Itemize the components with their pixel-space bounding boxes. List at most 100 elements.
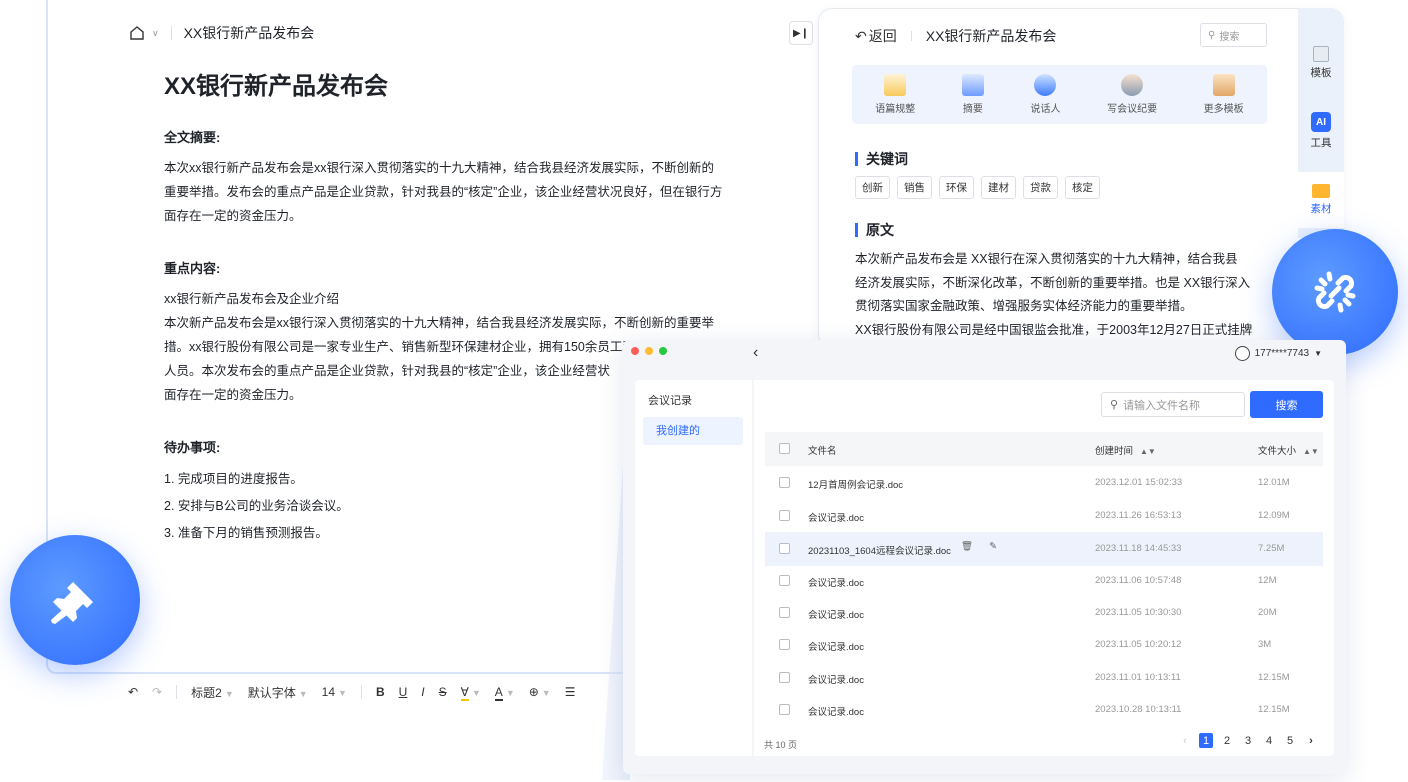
page-5[interactable]: 5 <box>1283 733 1297 748</box>
row-checkbox[interactable] <box>779 543 790 554</box>
keyword-tag[interactable]: 环保 <box>939 176 974 199</box>
file-search-input[interactable]: ⚲ 请输入文件名称 <box>1101 392 1245 417</box>
edit-icon[interactable]: ✎ <box>989 541 997 552</box>
table-row[interactable]: 会议记录.doc 2023.11.06 10:57:48 12M <box>765 564 1323 598</box>
list-icon[interactable]: ☰ <box>565 685 576 699</box>
redo-icon[interactable]: ↷ <box>152 685 162 699</box>
collapse-panel-button[interactable]: ▶❙ <box>789 21 813 45</box>
tool-speaker[interactable]: 说话人 <box>1030 74 1060 115</box>
search-placeholder: 搜索 <box>1219 31 1240 43</box>
chevron-down-icon[interactable]: ∨ <box>152 28 159 39</box>
breadcrumb-title: XX银行新产品发布会 <box>183 25 315 41</box>
column-size[interactable]: 文件大小 ▲▼ <box>1258 443 1319 457</box>
bold-button[interactable]: B <box>376 685 385 699</box>
key-content-heading: 重点内容: <box>164 261 221 276</box>
keyword-tag[interactable]: 贷款 <box>1023 176 1058 199</box>
insert-button[interactable]: ⊕ ▼ <box>529 685 551 699</box>
broken-link-icon <box>1314 271 1356 313</box>
side-panel-header: ↶ 返回 XX银行新产品发布会 <box>855 26 1056 46</box>
prev-page-icon[interactable]: ‹ <box>1178 733 1192 748</box>
row-checkbox[interactable] <box>779 607 790 618</box>
keyword-tag[interactable]: 建材 <box>981 176 1016 199</box>
disconnect-link-button[interactable] <box>1272 229 1398 355</box>
keyword-tag[interactable]: 销售 <box>897 176 932 199</box>
rail-materials[interactable]: 素材 <box>1298 172 1344 228</box>
divider <box>170 26 172 40</box>
table-row[interactable]: 会议记录.doc 2023.11.26 16:53:13 12.09M <box>765 499 1323 533</box>
file-name[interactable]: 会议记录.doc <box>808 704 864 718</box>
column-time[interactable]: 创建时间 ▲▼ <box>1095 443 1156 457</box>
row-checkbox[interactable] <box>779 510 790 521</box>
nav-item-my-created[interactable]: 我创建的 <box>643 417 743 445</box>
strikethrough-button[interactable]: S <box>439 685 447 699</box>
rail-templates[interactable]: 模板 <box>1298 46 1344 80</box>
highlight-button[interactable]: ∀ ▼ <box>460 685 481 701</box>
rail-tools[interactable]: AI 工具 <box>1298 112 1344 150</box>
page-3[interactable]: 3 <box>1241 733 1255 748</box>
file-size: 12M <box>1258 575 1277 586</box>
file-name[interactable]: 会议记录.doc <box>808 672 864 686</box>
file-name[interactable]: 会议记录.doc <box>808 639 864 653</box>
next-page-icon[interactable]: › <box>1304 733 1318 748</box>
file-time: 2023.11.18 14:45:33 <box>1095 543 1182 554</box>
highlight-icon: ∀ <box>460 685 469 701</box>
user-account[interactable]: 177****7743 ▼ <box>1234 346 1322 361</box>
document-title[interactable]: XX银行新产品发布会 <box>164 66 754 101</box>
page-4[interactable]: 4 <box>1262 733 1276 748</box>
search-button[interactable]: 搜索 <box>1250 391 1323 418</box>
avatar <box>1234 346 1250 361</box>
back-chevron-icon[interactable]: ‹ <box>753 344 758 362</box>
divider <box>176 685 178 699</box>
row-checkbox[interactable] <box>779 704 790 715</box>
back-button[interactable]: ↶ 返回 <box>855 26 897 46</box>
table-row[interactable]: 会议记录.doc 2023.11.01 10:13:11 12.15M <box>765 661 1323 695</box>
close-window-button[interactable] <box>631 347 639 355</box>
italic-button[interactable]: I <box>421 685 424 699</box>
keyword-tag[interactable]: 创新 <box>855 176 890 199</box>
page-1[interactable]: 1 <box>1199 733 1213 748</box>
row-checkbox[interactable] <box>779 672 790 683</box>
keyword-tag[interactable]: 核定 <box>1065 176 1100 199</box>
row-checkbox[interactable] <box>779 575 790 586</box>
heading-select[interactable]: 标题2 ▼ <box>191 684 234 701</box>
underline-button[interactable]: U <box>399 685 408 699</box>
font-size-select[interactable]: 14 ▼ <box>322 685 347 699</box>
file-name[interactable]: 12月首周例会记录.doc <box>808 477 903 491</box>
pin-button[interactable] <box>10 535 140 665</box>
maximize-window-button[interactable] <box>659 347 667 355</box>
side-search-input[interactable]: ⚲ 搜索 <box>1200 23 1267 47</box>
divider <box>910 31 912 41</box>
tool-summary[interactable]: 摘要 <box>961 74 984 115</box>
trash-icon[interactable]: 🗑 <box>961 541 973 552</box>
keyword-list: 创新 销售 环保 建材 贷款 核定 <box>855 176 1100 199</box>
table-row[interactable]: 会议记录.doc 2023.10.28 10:13:11 12.15M <box>765 693 1323 727</box>
row-checkbox[interactable] <box>779 477 790 488</box>
chevron-down-icon: ▼ <box>1314 349 1322 358</box>
select-all-checkbox[interactable] <box>779 443 790 454</box>
nav-title[interactable]: 会议记录 <box>648 392 692 408</box>
file-name[interactable]: 会议记录.doc <box>808 575 864 589</box>
table-row[interactable]: 20231103_1604远程会议记录.doc 🗑 ✎ 2023.11.18 1… <box>765 532 1323 566</box>
file-name[interactable]: 20231103_1604远程会议记录.doc <box>808 543 951 557</box>
text-color-button[interactable]: A ▼ <box>494 685 515 701</box>
table-row[interactable]: 会议记录.doc 2023.11.05 10:20:12 3M <box>765 628 1323 662</box>
page-2[interactable]: 2 <box>1220 733 1234 748</box>
minimize-window-button[interactable] <box>645 347 653 355</box>
window-titlebar: ‹ 177****7743 ▼ <box>623 340 1346 368</box>
undo-icon[interactable]: ↶ <box>128 685 138 699</box>
file-name[interactable]: 会议记录.doc <box>808 607 864 621</box>
tool-more-templates[interactable]: 更多模板 <box>1204 74 1244 115</box>
row-checkbox[interactable] <box>779 639 790 650</box>
summary-text[interactable]: 本次xx银行新产品发布会是xx银行深入贯彻落实的十九大精神，结合我县经济发展实际… <box>164 156 754 228</box>
file-time: 2023.10.28 10:13:11 <box>1095 704 1182 715</box>
file-time: 2023.11.05 10:30:30 <box>1095 607 1182 618</box>
home-icon[interactable] <box>128 24 146 42</box>
tool-text-cleanup[interactable]: 语篇规整 <box>875 74 915 115</box>
file-name[interactable]: 会议记录.doc <box>808 510 864 524</box>
font-select[interactable]: 默认字体 ▼ <box>248 684 308 701</box>
table-row[interactable]: 会议记录.doc 2023.11.05 10:30:30 20M <box>765 596 1323 630</box>
table-row[interactable]: 12月首周例会记录.doc 2023.12.01 15:02:33 12.01M <box>765 466 1323 500</box>
summary-heading: 全文摘要: <box>164 130 221 145</box>
format-toolbar: ↶ ↷ 标题2 ▼ 默认字体 ▼ 14 ▼ B U I S ∀ ▼ A ▼ ⊕ ▼ ☰ <box>128 682 575 702</box>
tool-meeting-minutes[interactable]: 写会议纪要 <box>1107 74 1157 115</box>
